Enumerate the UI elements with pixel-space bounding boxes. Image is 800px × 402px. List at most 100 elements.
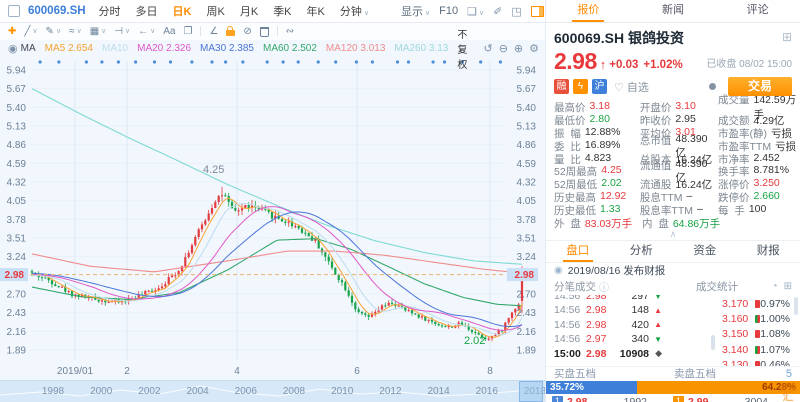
wave-tool-icon[interactable]: ≈∨	[69, 26, 82, 37]
stats-grid-icon[interactable]: ⊞	[784, 281, 792, 292]
navigator-chart	[0, 381, 545, 402]
info-icon[interactable]: ⓘ	[599, 279, 609, 294]
detail-tab-资金[interactable]: 资金	[673, 241, 737, 262]
add-watchlist-button[interactable]: ♡ 自选	[614, 79, 649, 95]
navigator-year: 2002	[138, 386, 160, 397]
event-marker-icon	[443, 60, 446, 63]
event-marker-icon	[117, 60, 120, 63]
detail-tab-财报[interactable]: 财报	[737, 241, 800, 262]
quote-panel: 600069.SH 银鸽投资 ⊞ 2.98 ↑ +0.03 +1.02% 已收盘…	[546, 22, 800, 402]
detail-tab-分析[interactable]: 分析	[610, 241, 674, 262]
line-tool-icon[interactable]: ╱∨	[24, 26, 37, 37]
tick-volume: 420	[618, 319, 649, 331]
callout-tool-icon-glyph: ❐	[183, 26, 192, 37]
lock-tool-icon	[226, 30, 235, 36]
y-axis-label-left: 2.43	[7, 308, 27, 319]
quote-tab-评论[interactable]: 评论	[715, 0, 800, 22]
ma-toggle[interactable]: ◉MA	[8, 42, 36, 55]
callout-tool-icon[interactable]: ❐	[183, 26, 192, 37]
text-tool-icon[interactable]: Aa	[163, 26, 175, 37]
y-axis-label-right: 4.32	[517, 178, 537, 189]
ma-legend-MA60[interactable]: MA60 2.502	[263, 43, 317, 54]
price-chart[interactable]: 2019/0124685.945.945.675.675.405.405.135…	[0, 40, 545, 380]
navigator-thumb[interactable]	[519, 381, 543, 402]
ma-line-MA30	[32, 212, 522, 327]
lock-tool-icon[interactable]	[226, 26, 235, 36]
f10-button[interactable]: F10	[439, 5, 458, 17]
display-dropdown[interactable]: 显示∨	[401, 3, 430, 19]
stat-price: 3.130	[722, 359, 749, 366]
event-marker-icon	[317, 60, 320, 63]
quote-tab-新闻[interactable]: 新闻	[631, 0, 716, 22]
stat-row: 3.1700.97%	[722, 296, 790, 311]
zoom-in-icon[interactable]: ⊕	[514, 42, 523, 55]
stats-scrollbar[interactable]	[794, 297, 798, 315]
period-tab-年K[interactable]: 年K	[307, 3, 325, 19]
layout-dropdown[interactable]: ❏∨	[467, 5, 484, 18]
alert-bell-icon[interactable]	[709, 83, 716, 90]
buy1-row[interactable]: 1 2.98 1992	[552, 396, 673, 402]
delete-drawings-icon[interactable]	[260, 25, 269, 37]
detail-tab-盘口[interactable]: 盘口	[546, 241, 610, 262]
zoom-out-icon[interactable]: ⊖	[499, 42, 508, 55]
clock-icon[interactable]: ◔	[772, 281, 778, 292]
fib-tool-icon[interactable]: ▦∨	[90, 26, 107, 37]
screenshot-icon[interactable]: ✐	[493, 5, 502, 18]
tick-list[interactable]: 14:562.98297▼14:562.98148▲14:562.98420▲1…	[554, 295, 662, 361]
history-navigator[interactable]: 2018201620142012201020082006200420022000…	[0, 380, 545, 402]
measure-tool-icon[interactable]: ⊣∨	[114, 26, 130, 37]
y-axis-label-left: 4.32	[7, 178, 27, 189]
event-marker-icon	[39, 60, 42, 63]
period-tab-月K[interactable]: 月K	[240, 3, 258, 19]
quote-tab-报价[interactable]: 报价	[546, 0, 631, 22]
grid-layout-icon[interactable]: ⊞	[782, 30, 792, 44]
gear-icon[interactable]: ⚙	[529, 42, 539, 55]
delete-drawings-icon	[260, 27, 269, 37]
hide-drawings-icon-glyph: ⊘	[243, 26, 251, 37]
period-tab-季K[interactable]: 季K	[273, 3, 291, 19]
navigator-year: 2016	[476, 386, 498, 397]
field-value: 64.86万手	[673, 216, 720, 231]
collapse-chevron-icon[interactable]: ∧	[546, 230, 800, 239]
move-tool-icon[interactable]: ✚	[8, 26, 16, 37]
tick-row: 14:562.98420▲	[554, 318, 662, 332]
period-tab-周K[interactable]: 周K	[207, 3, 225, 19]
undo-icon[interactable]: ↺	[483, 42, 492, 55]
event-marker-icon	[371, 60, 374, 63]
tick-scrollbar[interactable]	[711, 335, 715, 350]
ma-legend-MA30[interactable]: MA30 2.385	[200, 43, 254, 54]
navigator-year: 2012	[379, 386, 401, 397]
y-axis-label-right: 2.43	[517, 308, 537, 319]
panel-toggle-icon[interactable]	[531, 6, 544, 17]
period-tab-多日[interactable]: 多日	[136, 3, 158, 19]
ma-legend-MA20[interactable]: MA20 2.326	[137, 43, 191, 54]
period-tab-分时[interactable]: 分时	[99, 3, 121, 19]
quote-grid-row: 外 盘83.03万手内 盘64.86万手	[554, 217, 800, 230]
ma-legend-MA10[interactable]: MA10	[102, 43, 128, 54]
window-icon[interactable]	[8, 5, 20, 17]
ma-legend-MA5[interactable]: MA5 2.654	[45, 43, 93, 54]
toolbar-right: 显示∨ F10 ❏∨ ✐ ◳	[401, 0, 544, 22]
adjust-mode-label[interactable]: 不复权	[457, 26, 474, 71]
magnet-tool-icon[interactable]: ∾	[286, 26, 294, 37]
ma-legend-MA120[interactable]: MA120 3.013	[326, 43, 386, 54]
symbol-label[interactable]: 600069.SH	[28, 5, 86, 17]
sell-depth-label: 卖盘五档	[674, 366, 716, 381]
arrow-tool-icon[interactable]: ←∨	[138, 26, 155, 37]
fullscreen-icon[interactable]: ◳	[511, 5, 521, 18]
trade-button[interactable]: 交易	[728, 77, 792, 96]
hide-drawings-icon[interactable]: ⊘	[243, 26, 251, 37]
ma-legend-MA260[interactable]: MA260 3.13	[394, 43, 448, 54]
pencil-tool-icon[interactable]: ✎∨	[46, 26, 62, 37]
stats-list[interactable]: 3.1700.97%3.1601.00%3.1501.08%3.1401.07%…	[722, 296, 790, 366]
period-tab-日K[interactable]: 日K	[173, 3, 192, 19]
event-marker-icon	[499, 60, 502, 63]
depth-level-toggle[interactable]: 5	[786, 368, 792, 380]
period-tab-分钟[interactable]: 分钟∨	[340, 3, 369, 19]
event-marker-icon	[241, 60, 244, 63]
angle-tool-icon[interactable]: ∠	[209, 26, 218, 37]
sell1-row[interactable]: 1 2.99 3004	[673, 396, 794, 402]
announcement-row[interactable]: ◉ 2019/08/16 发布财报	[546, 263, 800, 279]
event-marker-icon	[153, 60, 156, 63]
stat-percent: 0.97%	[760, 298, 790, 310]
